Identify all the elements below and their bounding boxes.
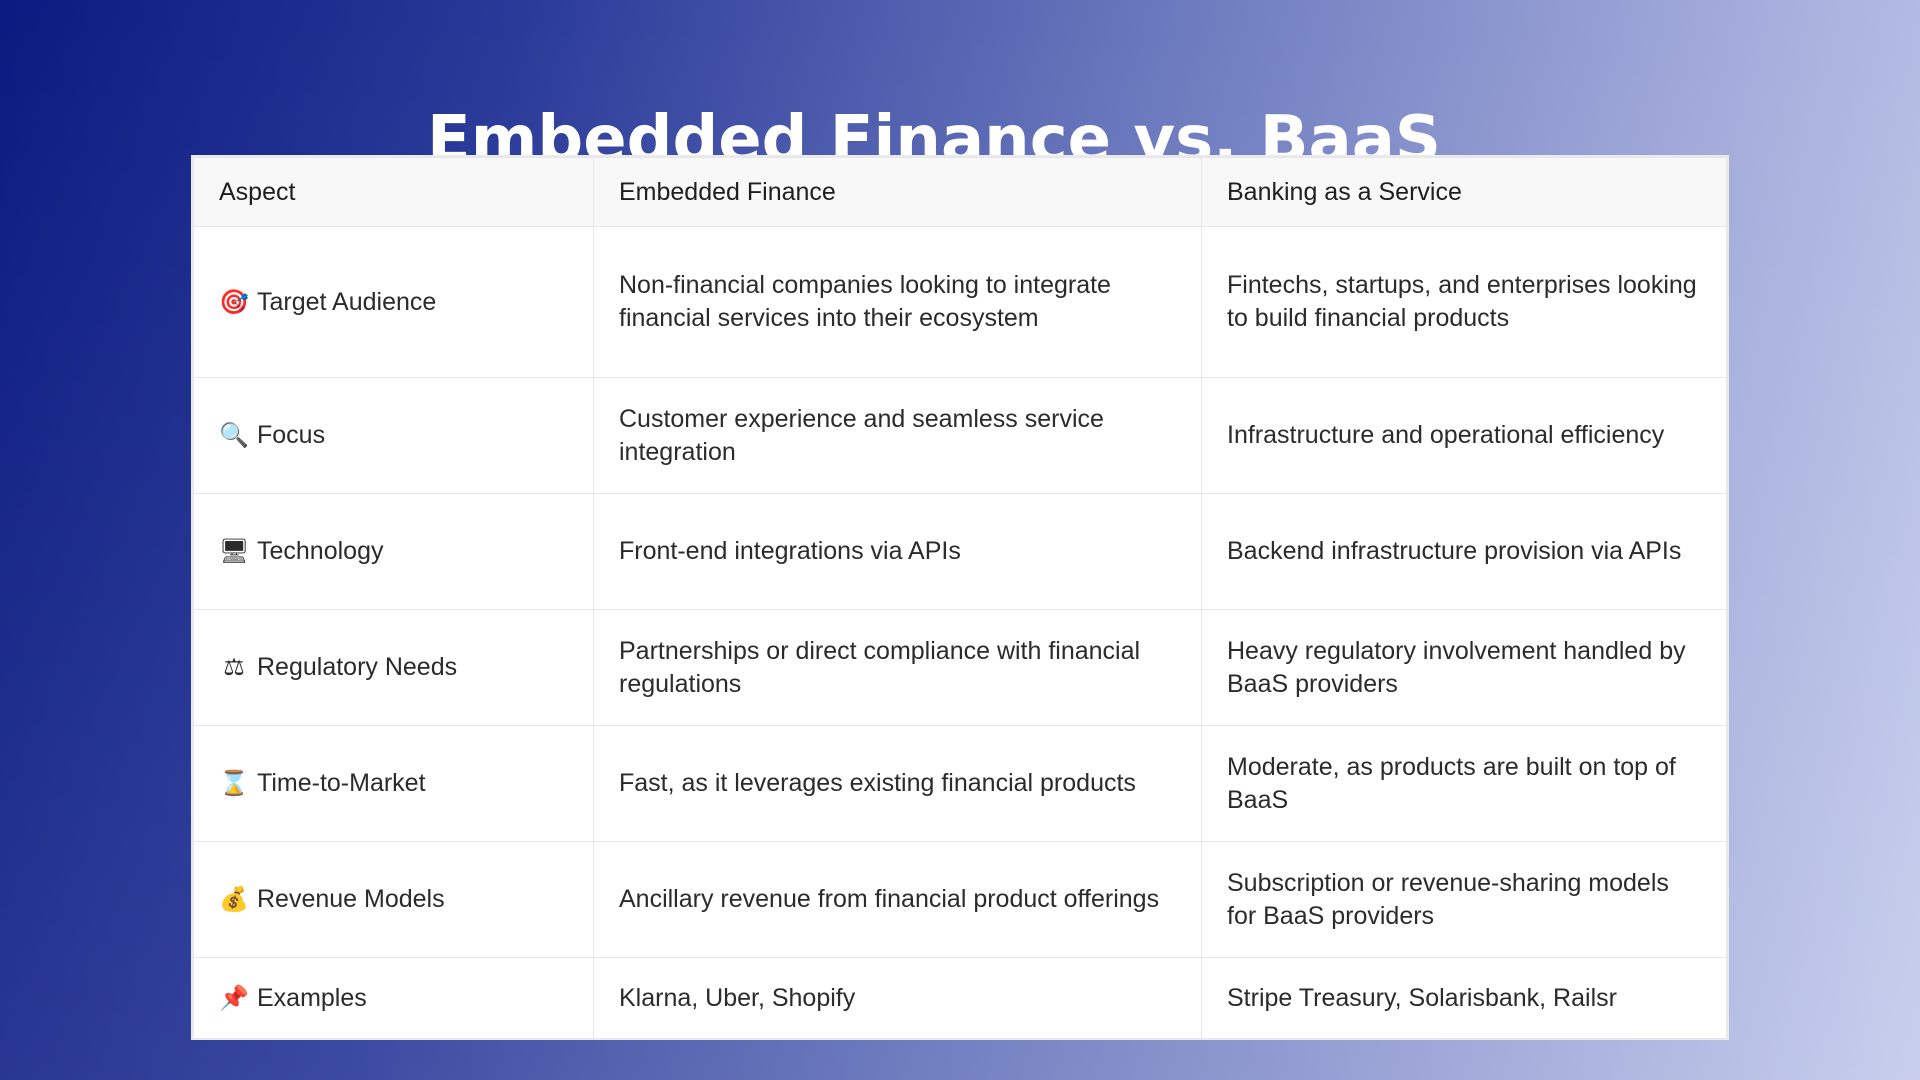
table-row: 🔍 Focus Customer experience and seamless s… xyxy=(193,377,1727,494)
aspect-label: Focus xyxy=(257,421,326,449)
balance-scale-icon: ⚖ xyxy=(223,653,245,681)
embedded-finance-cell: Ancillary revenue from financial product… xyxy=(593,841,1202,958)
table-row: ⚖ Regulatory Needs Partnerships or direct … xyxy=(193,609,1727,726)
target-icon: 🎯 xyxy=(219,287,249,316)
aspect-cell: 📌 Examples xyxy=(193,957,594,1039)
aspect-cell: 🎯 Target Audience xyxy=(193,226,594,378)
hourglass-icon: ⌛ xyxy=(219,769,249,797)
baas-cell: Heavy regulatory involvement handled by … xyxy=(1201,609,1727,726)
table-row: ⌛ Time-to-Market Fast, as it leverages exi… xyxy=(193,725,1727,842)
money-bag-icon: 💰 xyxy=(219,885,249,913)
computer-monitor-icon: 🖥 xyxy=(219,537,250,565)
table-row: 🖥 Technology Front-end integrations via AP… xyxy=(193,493,1727,610)
embedded-finance-cell: Klarna, Uber, Shopify xyxy=(593,957,1202,1039)
embedded-finance-cell: Customer experience and seamless service… xyxy=(593,377,1202,494)
aspect-cell: 💰 Revenue Models xyxy=(193,841,594,958)
aspect-label: Target Audience xyxy=(257,287,437,316)
embedded-finance-cell: Partnerships or direct compliance with f… xyxy=(593,609,1202,726)
table-header-row: Aspect Embedded Finance Banking as a Ser… xyxy=(193,157,1727,227)
embedded-finance-cell: Fast, as it leverages existing financial… xyxy=(593,725,1202,842)
baas-cell: Moderate, as products are built on top o… xyxy=(1201,725,1727,842)
baas-cell: Infrastructure and operational efficienc… xyxy=(1201,377,1727,494)
header-aspect: Aspect xyxy=(193,157,594,227)
aspect-label: Revenue Models xyxy=(257,885,445,913)
table-row: 💰 Revenue Models Ancillary revenue from fi… xyxy=(193,841,1727,958)
embedded-finance-cell: Front-end integrations via APIs xyxy=(593,493,1202,610)
aspect-label: Examples xyxy=(257,983,367,1012)
magnifying-glass-icon: 🔍 xyxy=(219,421,249,449)
comparison-table: Aspect Embedded Finance Banking as a Ser… xyxy=(193,157,1727,1039)
baas-cell: Stripe Treasury, Solarisbank, Railsr xyxy=(1201,957,1727,1039)
baas-cell: Fintechs, startups, and enterprises look… xyxy=(1201,226,1727,378)
baas-cell: Backend infrastructure provision via API… xyxy=(1201,493,1727,610)
header-embedded-finance: Embedded Finance xyxy=(593,157,1202,227)
aspect-label: Time-to-Market xyxy=(257,769,426,797)
table-row: 📌 Examples Klarna, Uber, Shopify Stripe Tre… xyxy=(193,957,1727,1039)
aspect-cell: 🖥 Technology xyxy=(193,493,594,610)
aspect-label: Technology xyxy=(257,537,384,565)
aspect-label: Regulatory Needs xyxy=(257,653,458,681)
table-row: 🎯 Target Audience Non-financial companies … xyxy=(193,226,1727,378)
pushpin-icon: 📌 xyxy=(219,983,249,1012)
aspect-cell: 🔍 Focus xyxy=(193,377,594,494)
header-banking-as-a-service: Banking as a Service xyxy=(1201,157,1727,227)
comparison-table-container: Aspect Embedded Finance Banking as a Ser… xyxy=(191,155,1729,1040)
aspect-cell: ⚖ Regulatory Needs xyxy=(193,609,594,726)
baas-cell: Subscription or revenue-sharing models f… xyxy=(1201,841,1727,958)
aspect-cell: ⌛ Time-to-Market xyxy=(193,725,594,842)
embedded-finance-cell: Non-financial companies looking to integ… xyxy=(593,226,1202,378)
